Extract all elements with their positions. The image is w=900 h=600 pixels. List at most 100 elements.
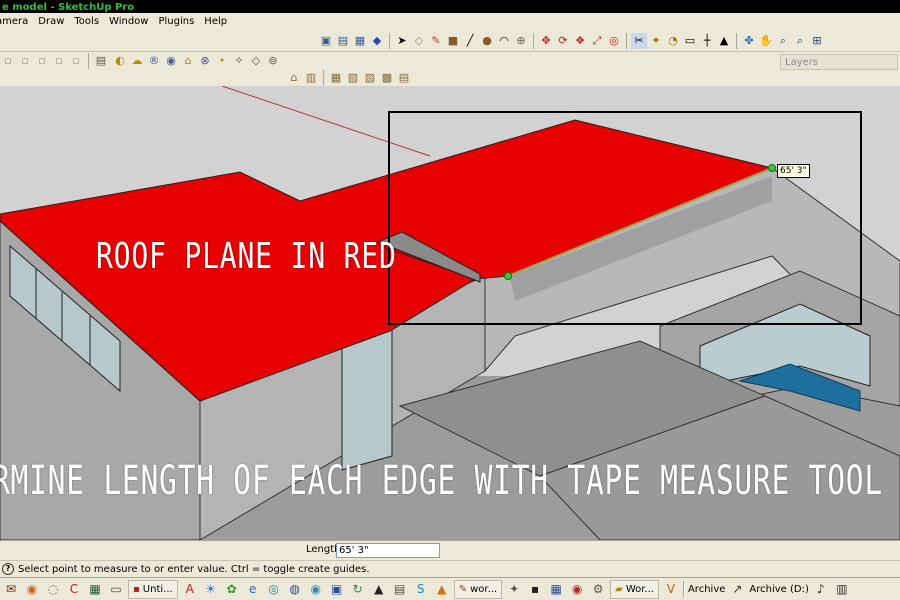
help-icon[interactable]: ? — [2, 563, 14, 575]
box-icon[interactable]: ▣ — [318, 33, 334, 49]
leaf-icon[interactable]: ✿ — [223, 580, 241, 598]
house-icon[interactable]: ⌂ — [286, 70, 302, 86]
right-icon[interactable]: ▦ — [328, 70, 344, 86]
toolbar-separator — [323, 70, 324, 86]
front-icon[interactable]: ▥ — [303, 70, 319, 86]
sync-icon[interactable]: ↻ — [349, 580, 367, 598]
player-icon[interactable]: ◍ — [286, 580, 304, 598]
3d-text-icon[interactable]: ▲ — [716, 33, 732, 49]
skype-icon[interactable]: S — [412, 580, 430, 598]
menu-plugins[interactable]: Plugins — [154, 13, 200, 30]
extension-icon[interactable]: ◇ — [248, 53, 264, 69]
zoom-icon[interactable]: ⌕ — [775, 33, 791, 49]
select-icon[interactable]: ➤ — [394, 33, 410, 49]
task-untitled-label: Unti... — [142, 583, 173, 595]
game-icon[interactable]: ▲ — [370, 580, 388, 598]
warehouse-icon[interactable]: ⌂ — [180, 53, 196, 69]
share-icon[interactable]: ⊗ — [197, 53, 213, 69]
rotate-icon[interactable]: ⟳ — [555, 33, 571, 49]
zoom-window-icon[interactable]: ⌕ — [792, 33, 808, 49]
file-icon[interactable]: ▫ — [0, 53, 16, 69]
tool-icon[interactable]: ✦ — [505, 580, 523, 598]
vlc-icon[interactable]: ▲ — [433, 580, 451, 598]
menu-tools[interactable]: Tools — [70, 13, 105, 30]
firefox-icon[interactable]: ◉ — [23, 580, 41, 598]
arc-icon[interactable]: ◠ — [496, 33, 512, 49]
follow-me-icon[interactable]: ❖ — [572, 33, 588, 49]
file-icon[interactable]: ▫ — [51, 53, 67, 69]
network-icon[interactable]: ▥ — [833, 580, 851, 598]
eraser-icon[interactable]: ◇ — [411, 33, 427, 49]
acrobat-icon[interactable]: A — [181, 580, 199, 598]
app2-icon[interactable]: ▣ — [328, 580, 346, 598]
back-icon[interactable]: ▧ — [345, 70, 361, 86]
media-icon[interactable]: ◎ — [265, 580, 283, 598]
circle-icon[interactable]: ● — [479, 33, 495, 49]
zoom-extents-icon[interactable]: ⊞ — [809, 33, 825, 49]
file-icon[interactable]: ▫ — [34, 53, 50, 69]
menu-help[interactable]: Help — [200, 13, 233, 30]
move-icon[interactable]: ✥ — [538, 33, 554, 49]
calendar-icon[interactable]: ▦ — [547, 580, 565, 598]
menu-window[interactable]: Window — [105, 13, 154, 30]
file-icon[interactable]: ▫ — [68, 53, 84, 69]
orbit-icon[interactable]: ✤ — [741, 33, 757, 49]
app-icon[interactable]: ▦ — [86, 580, 104, 598]
ie-icon[interactable]: e — [244, 580, 262, 598]
terminal-icon[interactable]: ▪ — [526, 580, 544, 598]
push-pull-icon[interactable]: ⊕ — [513, 33, 529, 49]
text-icon[interactable]: ▭ — [682, 33, 698, 49]
model-viewport[interactable]: ROOF PLANE IN RED RMINE LENGTH OF EACH E… — [0, 86, 900, 540]
chrome2-icon[interactable]: ◉ — [568, 580, 586, 598]
globe-icon[interactable]: ◉ — [307, 580, 325, 598]
task-word-1[interactable]: ✎ wor... — [453, 579, 503, 599]
browser-icon[interactable]: ◌ — [44, 580, 62, 598]
tray-drive[interactable]: Archive (D:) — [749, 584, 808, 595]
settings-icon[interactable]: ⚙ — [589, 580, 607, 598]
scale-icon[interactable]: ⤢ — [589, 33, 605, 49]
task-untitled[interactable]: ▪ Unti... — [128, 579, 178, 599]
section-icon[interactable]: ▦ — [352, 33, 368, 49]
toolbar-separator — [88, 53, 89, 69]
layers-panel[interactable]: Layers — [780, 54, 898, 70]
offset-icon[interactable]: ◎ — [606, 33, 622, 49]
settings-icon[interactable]: ⊚ — [265, 53, 281, 69]
axes-icon[interactable]: ┼ — [699, 33, 715, 49]
window-icon[interactable]: ▭ — [107, 580, 125, 598]
geo-icon[interactable]: ◉ — [163, 53, 179, 69]
protractor-icon[interactable]: ◔ — [665, 33, 681, 49]
print-icon[interactable]: ▤ — [93, 53, 109, 69]
bottom-icon[interactable]: ▩ — [379, 70, 395, 86]
folder-icon: ▰ — [615, 583, 623, 595]
component-icon[interactable]: ◆ — [369, 33, 385, 49]
fog-icon[interactable]: ☁ — [129, 53, 145, 69]
task-word-2[interactable]: ▰ Wor... — [610, 579, 659, 599]
volume-icon[interactable]: ♪ — [812, 580, 830, 598]
length-input[interactable]: 65' 3" — [336, 543, 440, 558]
shadow-icon[interactable]: ◐ — [112, 53, 128, 69]
mail-icon[interactable]: ✉ — [2, 580, 20, 598]
chrome-icon[interactable]: C — [65, 580, 83, 598]
style-icon[interactable]: ® — [146, 53, 162, 69]
left-icon[interactable]: ▨ — [362, 70, 378, 86]
arrow-icon[interactable]: ↗ — [728, 580, 746, 598]
word-icon: ✎ — [458, 583, 468, 595]
paint-icon[interactable]: ✎ — [428, 33, 444, 49]
views-icon[interactable]: ▤ — [335, 33, 351, 49]
line-icon[interactable]: ╱ — [462, 33, 478, 49]
tray-archive[interactable]: Archive — [688, 584, 725, 595]
dimension-icon[interactable]: ✦ — [648, 33, 664, 49]
rectangle-icon[interactable]: ■ — [445, 33, 461, 49]
tape-measure-icon[interactable]: ✂ — [631, 33, 647, 49]
component-upload-icon[interactable]: • — [214, 53, 230, 69]
weather-icon[interactable]: ☀ — [202, 580, 220, 598]
pan-icon[interactable]: ✋ — [758, 33, 774, 49]
solid-icon[interactable]: ✧ — [231, 53, 247, 69]
note-icon[interactable]: ▤ — [391, 580, 409, 598]
vpn-icon[interactable]: V — [662, 580, 680, 598]
menu-camera[interactable]: amera — [0, 13, 34, 30]
file-icon[interactable]: ▫ — [17, 53, 33, 69]
hint-text: Select point to measure to or enter valu… — [18, 563, 370, 575]
menu-draw[interactable]: Draw — [34, 13, 70, 30]
top-icon[interactable]: ▤ — [396, 70, 412, 86]
